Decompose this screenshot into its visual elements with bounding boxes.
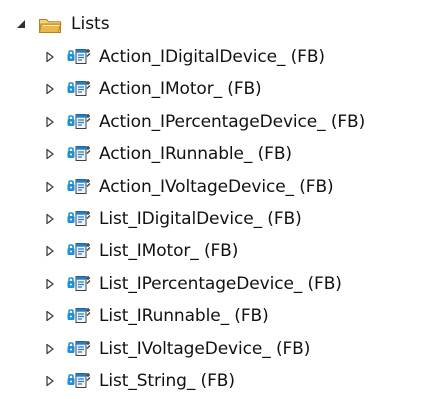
function-block-icon: [66, 339, 92, 359]
expand-arrow-icon[interactable]: [44, 147, 56, 161]
function-block-icon: [66, 274, 92, 294]
tree-node-label: Action_IRunnable_ (FB): [99, 144, 292, 165]
tree-node-list-idigitaldevice-fb[interactable]: List_IDigitalDevice_ (FB): [44, 203, 302, 235]
expand-arrow-icon[interactable]: [44, 82, 56, 96]
tree-node-label: List_IVoltageDevice_ (FB): [99, 338, 311, 359]
tree-node-list-irunnable-fb[interactable]: List_IRunnable_ (FB): [44, 300, 269, 332]
tree-node-label: Action_IPercentageDevice_ (FB): [99, 111, 366, 132]
tree-node-label: List_String_ (FB): [99, 371, 235, 391]
tree-node-label: Action_IDigitalDevice_ (FB): [99, 47, 325, 67]
expand-arrow-icon[interactable]: [44, 50, 56, 64]
function-block-icon: [66, 371, 92, 391]
expand-arrow-icon[interactable]: [44, 342, 56, 356]
function-block-icon: [66, 241, 92, 261]
open-folder-icon: [38, 14, 63, 35]
collapse-arrow-icon[interactable]: [14, 17, 28, 31]
function-block-icon: [66, 177, 92, 197]
tree-node-list-ipercentagedevice-fb[interactable]: List_IPercentageDevice_ (FB): [44, 268, 342, 300]
tree-node-action-ipercentagedevice-fb[interactable]: Action_IPercentageDevice_ (FB): [44, 106, 365, 138]
tree-node-action-ivoltagedevice-fb[interactable]: Action_IVoltageDevice_ (FB): [44, 171, 334, 203]
tree-node-label: List_IDigitalDevice_ (FB): [99, 209, 302, 229]
function-block-icon: [66, 112, 92, 132]
tree-node-list-ivoltagedevice-fb[interactable]: List_IVoltageDevice_ (FB): [44, 333, 310, 365]
expand-arrow-icon[interactable]: [44, 115, 56, 129]
tree-node-label: Action_IMotor_ (FB): [99, 79, 262, 100]
tree-node-label: List_IPercentageDevice_ (FB): [99, 273, 342, 294]
function-block-icon: [66, 47, 92, 67]
expand-arrow-icon[interactable]: [44, 277, 56, 291]
tree-node-list-string-fb[interactable]: List_String_ (FB): [44, 365, 235, 397]
tree-node-action-irunnable-fb[interactable]: Action_IRunnable_ (FB): [44, 138, 292, 170]
function-block-icon: [66, 79, 92, 99]
tree-node-action-idigitaldevice-fb[interactable]: Action_IDigitalDevice_ (FB): [44, 41, 325, 73]
function-block-icon: [66, 144, 92, 164]
function-block-icon: [66, 209, 92, 229]
tree-node-lists[interactable]: Lists: [14, 8, 110, 40]
function-block-icon: [66, 306, 92, 326]
expand-arrow-icon[interactable]: [44, 180, 56, 194]
expand-arrow-icon[interactable]: [44, 309, 56, 323]
expand-arrow-icon[interactable]: [44, 374, 56, 388]
tree-node-list-imotor-fb[interactable]: List_IMotor_ (FB): [44, 235, 238, 267]
tree-node-action-imotor-fb[interactable]: Action_IMotor_ (FB): [44, 73, 262, 105]
solution-tree: Lists Action_IDigitalDevice_ (FB) Action…: [0, 0, 422, 399]
tree-node-label: Lists: [71, 14, 110, 34]
tree-node-label: Action_IVoltageDevice_ (FB): [99, 176, 334, 197]
tree-node-label: List_IRunnable_ (FB): [99, 306, 269, 327]
expand-arrow-icon[interactable]: [44, 244, 56, 258]
tree-node-label: List_IMotor_ (FB): [99, 241, 239, 262]
expand-arrow-icon[interactable]: [44, 212, 56, 226]
